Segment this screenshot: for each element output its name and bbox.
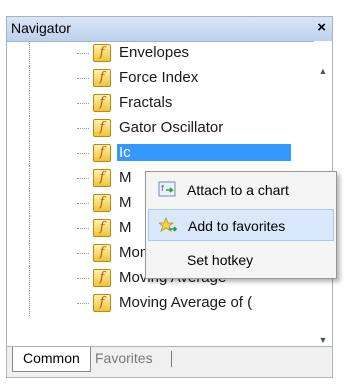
- tree-item[interactable]: f Gator Oscillator: [7, 116, 332, 141]
- function-icon: f: [93, 269, 111, 287]
- menu-item-label: Add to favorites: [188, 218, 286, 234]
- tab-common[interactable]: Common: [12, 347, 91, 372]
- function-icon: f: [93, 169, 111, 187]
- attach-chart-icon: f: [158, 181, 176, 197]
- context-menu: f Attach to a chart Add to favorites Set…: [145, 171, 337, 279]
- function-icon: f: [93, 144, 111, 162]
- navigator-titlebar: Navigator ×: [7, 17, 332, 42]
- tree-item-label: Ic: [117, 144, 291, 161]
- menu-item-attach-to-chart[interactable]: f Attach to a chart: [148, 174, 334, 206]
- tree-branch-line: [77, 203, 89, 204]
- tree-item[interactable]: f Fractals: [7, 91, 332, 116]
- tree-item-label: M: [119, 194, 132, 211]
- svg-text:f: f: [161, 184, 164, 193]
- tree-branch-line: [77, 303, 89, 304]
- menu-item-set-hotkey[interactable]: Set hotkey: [148, 244, 334, 276]
- function-icon: f: [93, 119, 111, 137]
- tree-item-label: Envelopes: [119, 44, 190, 61]
- tree-branch-line: [77, 78, 89, 79]
- tree-branch-line: [77, 253, 89, 254]
- navigator-title: Navigator: [11, 20, 71, 36]
- tree-branch-line: [77, 278, 89, 279]
- function-icon: f: [93, 69, 111, 87]
- function-icon: f: [93, 294, 111, 312]
- tab-favorites[interactable]: Favorites: [85, 347, 163, 371]
- navigator-tabs: Common Favorites: [7, 346, 332, 377]
- function-icon: f: [93, 194, 111, 212]
- scroll-up-icon[interactable]: ▲: [314, 63, 332, 79]
- tree-branch-line: [77, 228, 89, 229]
- close-icon[interactable]: ×: [317, 19, 326, 36]
- tree-item-label: Force Index: [119, 69, 199, 86]
- tree-branch-line: [77, 103, 89, 104]
- tree-item-label: Fractals: [119, 94, 173, 111]
- tree-item-selected[interactable]: f Ic: [7, 141, 332, 166]
- tree-item[interactable]: f Envelopes: [7, 41, 332, 66]
- tree-branch-line: [77, 178, 89, 179]
- menu-item-add-to-favorites[interactable]: Add to favorites: [148, 209, 334, 241]
- tree-branch-line: [77, 53, 89, 54]
- function-icon: f: [93, 244, 111, 262]
- tree-item-label: Moving Average of (: [119, 294, 253, 311]
- tree-item[interactable]: f Force Index: [7, 66, 332, 91]
- function-icon: f: [93, 44, 111, 62]
- menu-item-label: Set hotkey: [187, 252, 254, 268]
- menu-item-label: Attach to a chart: [187, 182, 289, 198]
- tree-item-label: M: [119, 219, 132, 236]
- function-icon: f: [93, 94, 111, 112]
- tab-divider: [171, 351, 172, 367]
- tree-item[interactable]: f Moving Average of (: [7, 291, 332, 316]
- tree-branch-line: [77, 128, 89, 129]
- function-icon: f: [93, 219, 111, 237]
- favorites-star-icon: [159, 217, 177, 232]
- tree-item-label: M: [119, 169, 132, 186]
- tree-item-label: Gator Oscillator: [119, 119, 224, 136]
- tree-branch-line: [77, 153, 89, 154]
